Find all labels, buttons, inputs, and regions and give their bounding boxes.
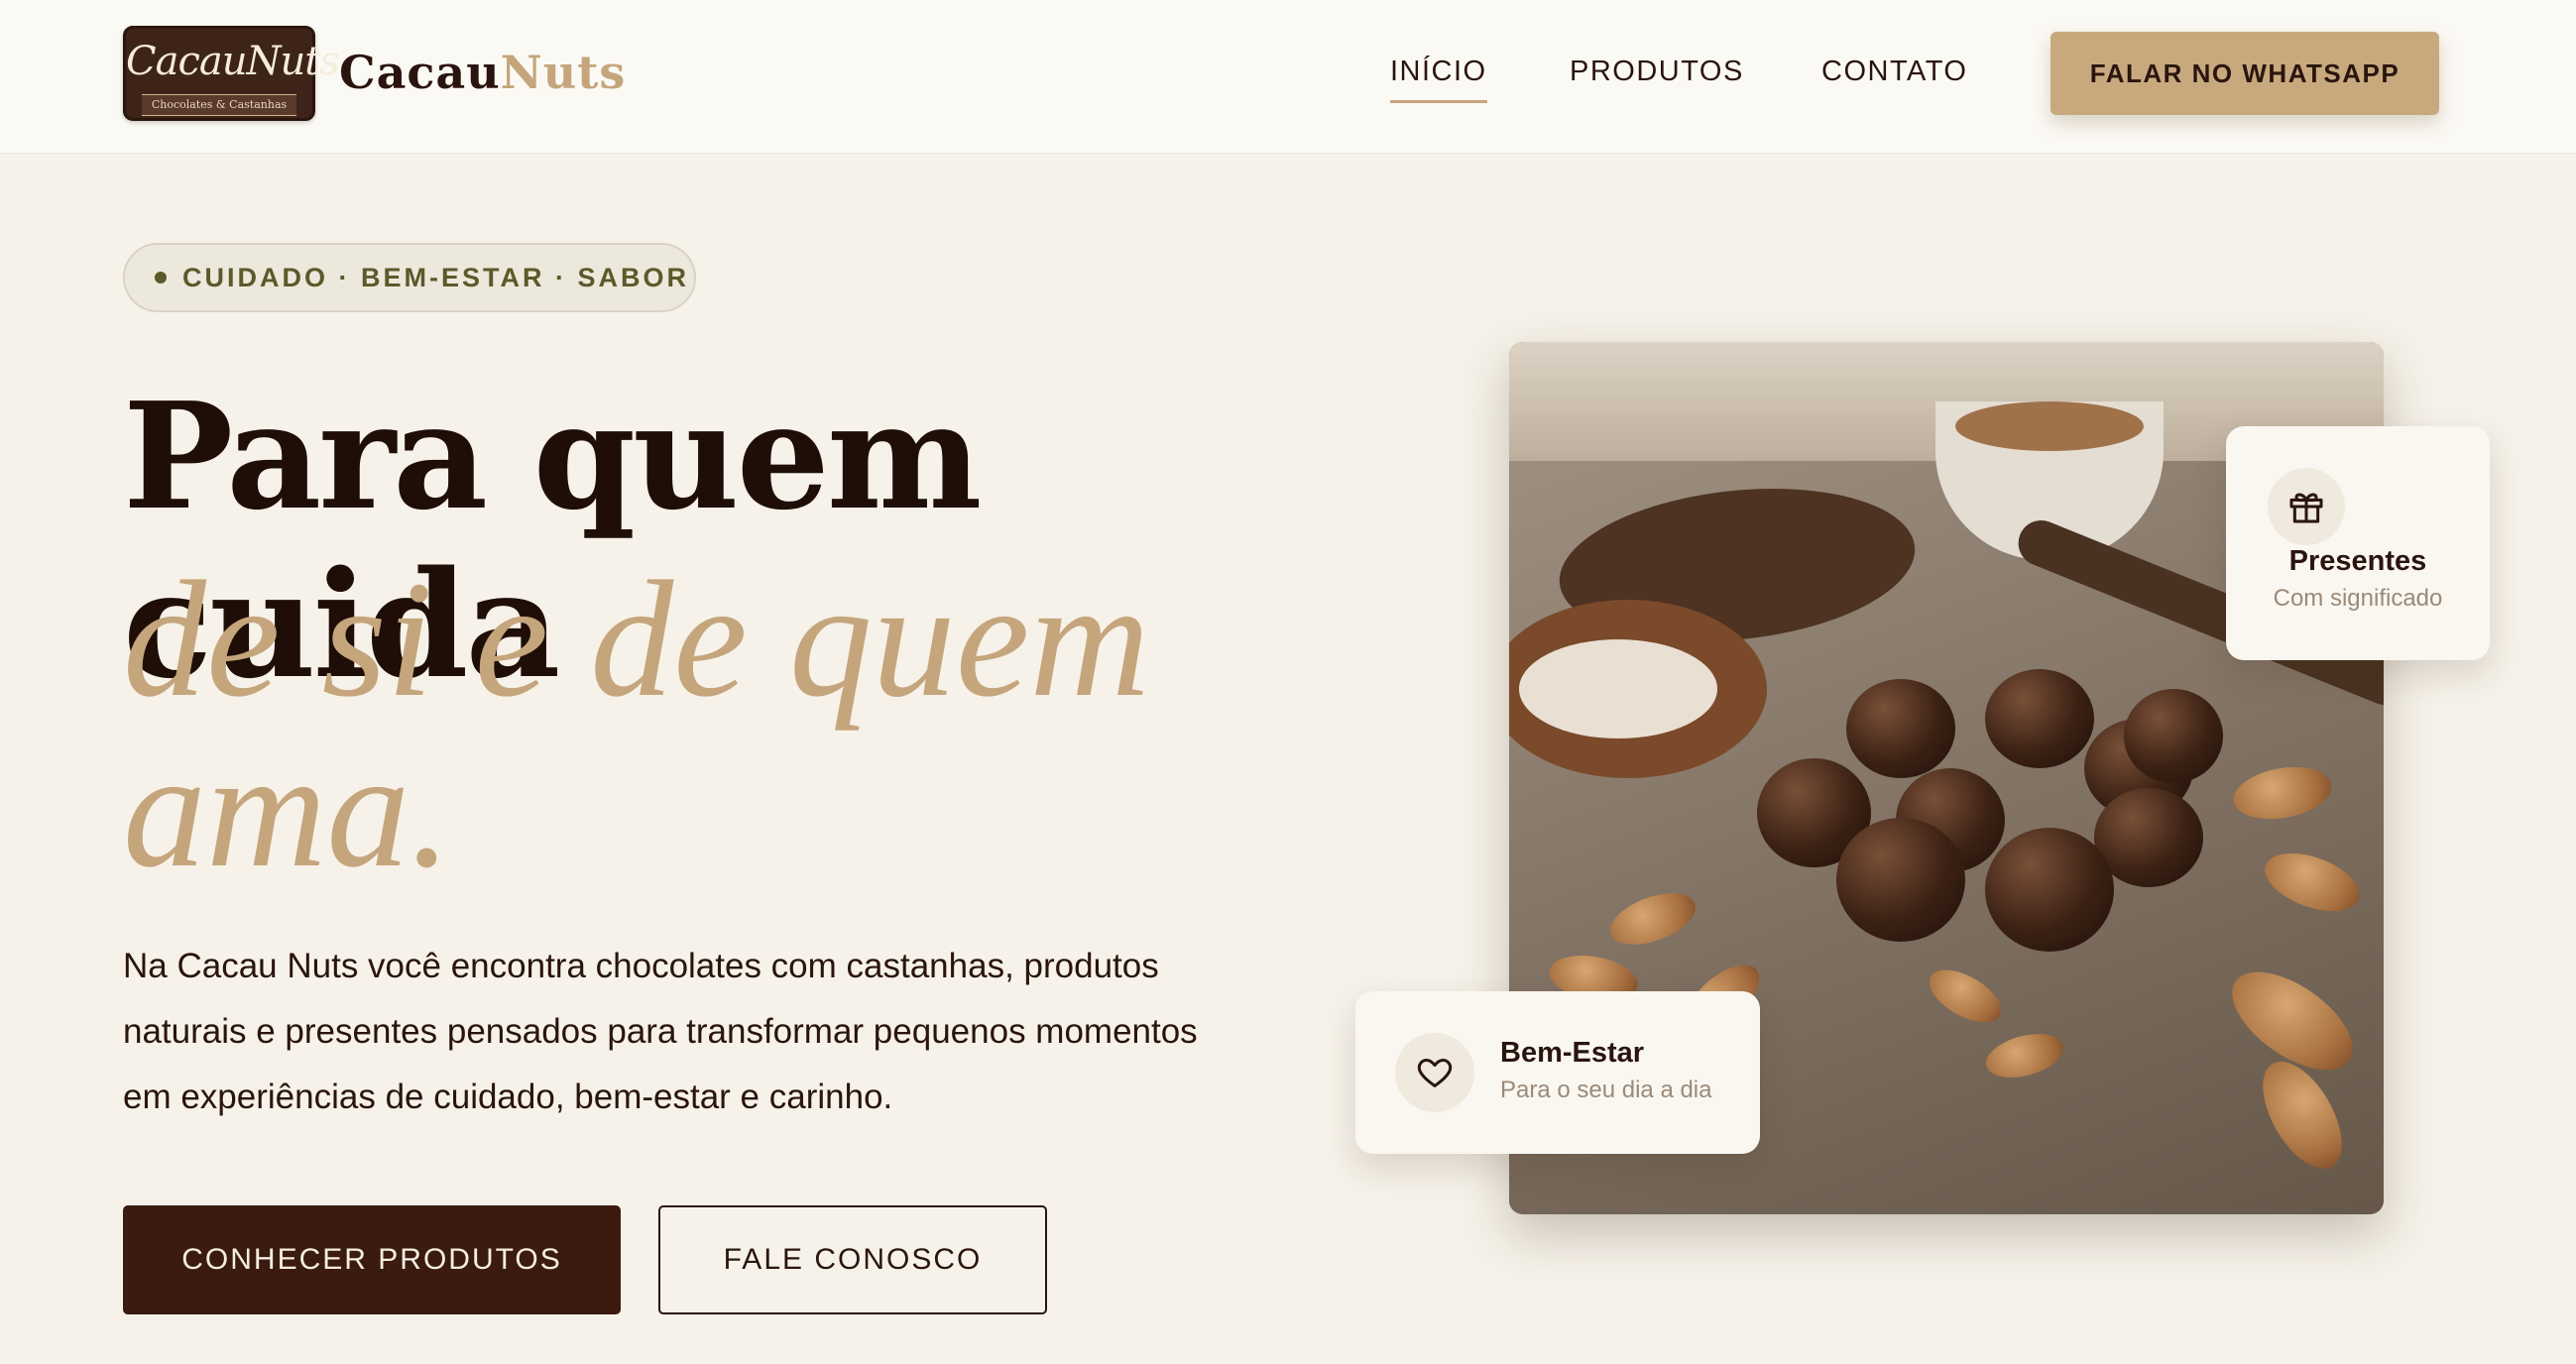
bem-estar-card: Bem-Estar Para o seu dia a dia — [1355, 991, 1760, 1154]
conhecer-produtos-button[interactable]: CONHECER PRODUTOS — [123, 1205, 621, 1314]
truffle — [1836, 818, 1965, 942]
nav-link-inicio[interactable]: INÍCIO — [1390, 56, 1487, 103]
brand-logo[interactable]: CacauNuts Chocolates & Castanhas — [123, 26, 340, 121]
site-header: CacauNuts Chocolates & Castanhas CacauNu… — [0, 0, 2576, 154]
nav-link-contato[interactable]: CONTATO — [1821, 56, 1967, 95]
hero-tag-text: CUIDADO · BEM-ESTAR · SABOR — [182, 262, 689, 292]
truffle — [2124, 689, 2223, 783]
presentes-card: Presentes Com significado — [2226, 426, 2490, 660]
hero-title-italic-line2: ama. — [123, 718, 452, 902]
nav-link-produtos[interactable]: PRODUTOS — [1570, 56, 1744, 95]
brand-name[interactable]: CacauNuts — [339, 46, 626, 105]
truffle — [1985, 828, 2114, 952]
hero-tag-pill: CUIDADO · BEM-ESTAR · SABOR — [123, 243, 696, 312]
gift-icon — [2268, 468, 2345, 545]
logo-script-text: CacauNuts — [126, 39, 340, 84]
hero-description-line: Na Cacau Nuts você encontra chocolates c… — [123, 947, 1159, 985]
brand-name-part1: Cacau — [339, 46, 501, 99]
truffle — [1846, 679, 1955, 778]
truffle — [1985, 669, 2094, 768]
whatsapp-button[interactable]: FALAR NO WHATSAPP — [2050, 32, 2439, 115]
brand-name-part2: Nuts — [500, 46, 627, 99]
hero-title-italic-line1: de si e de quem — [123, 547, 1150, 732]
presentes-card-subtitle: Com significado — [2273, 585, 2443, 612]
fale-conosco-button[interactable]: FALE CONOSCO — [658, 1205, 1047, 1314]
bem-estar-card-subtitle: Para o seu dia a dia — [1500, 1077, 1712, 1103]
hero-description-line: naturais e presentes pensados para trans… — [123, 1012, 1198, 1051]
bem-estar-card-title: Bem-Estar — [1500, 1037, 1645, 1069]
hero-description-line: em experiências de cuidado, bem-estar e … — [123, 1078, 893, 1116]
bullet-dot-icon — [155, 272, 167, 284]
presentes-card-title: Presentes — [2288, 545, 2427, 577]
hero-description: Na Cacau Nuts você encontra chocolates c… — [123, 934, 1273, 1130]
heart-icon — [1395, 1033, 1474, 1112]
logo-ribbon-text: Chocolates & Castanhas — [142, 94, 296, 116]
